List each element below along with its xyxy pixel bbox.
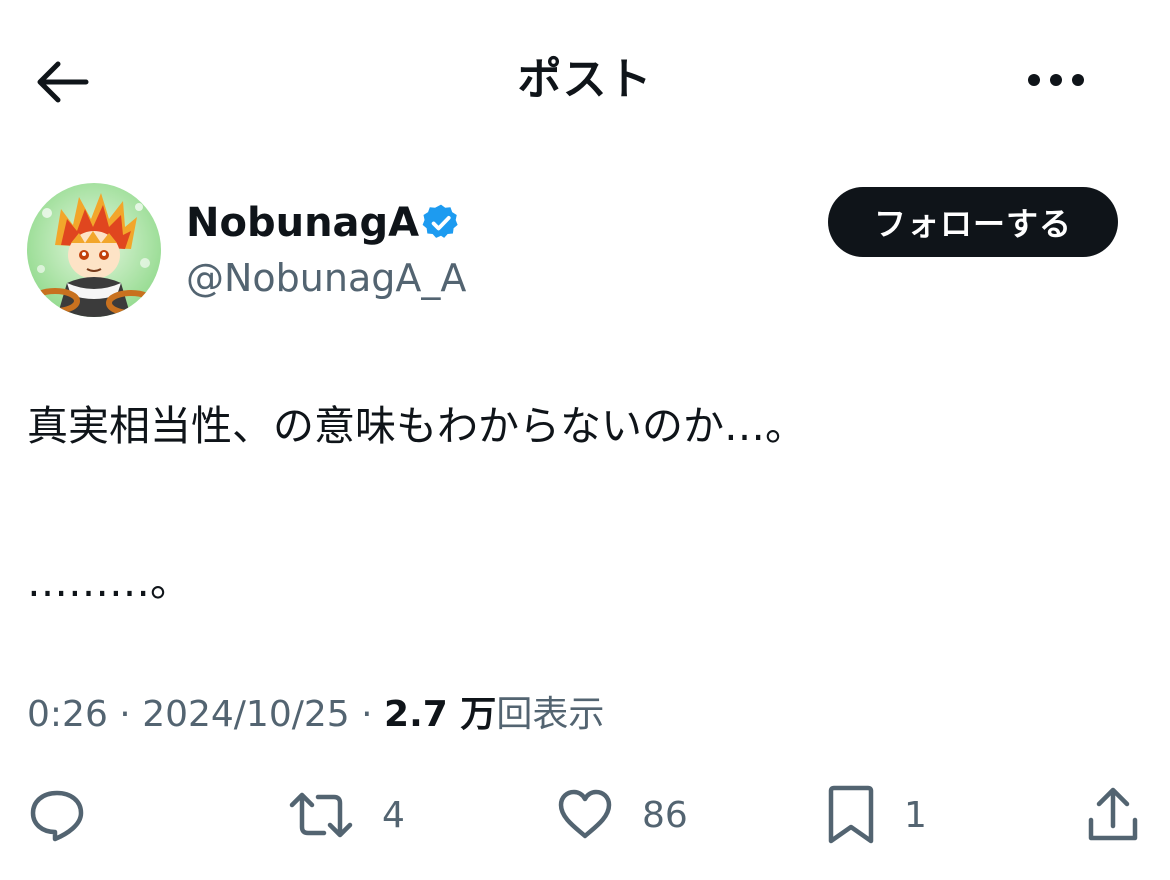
views-label: 回表示 — [496, 694, 605, 735]
bookmark-icon — [828, 785, 874, 844]
author-handle[interactable]: @NobunagA_A — [186, 252, 466, 304]
author-display-name[interactable]: NobunagA — [186, 197, 419, 249]
more-options-button[interactable] — [1020, 50, 1092, 110]
more-horizontal-icon — [1028, 74, 1084, 86]
post-text-line-1: 真実相当性、の意味もわからないのか…。 — [27, 402, 806, 450]
meta-separator: · — [107, 694, 143, 735]
avatar[interactable] — [27, 183, 161, 317]
verified-badge-icon — [422, 204, 458, 238]
follow-button[interactable]: フォローする — [828, 187, 1118, 257]
post-date[interactable]: 2024/10/25 — [142, 694, 350, 735]
heart-icon — [558, 789, 612, 839]
repost-count: 4 — [382, 794, 405, 836]
views-count: 2.7 万 — [384, 694, 497, 735]
share-button[interactable] — [1086, 780, 1140, 850]
repost-button[interactable]: 4 — [288, 780, 405, 850]
share-icon — [1088, 787, 1138, 841]
post-meta: 0:26 · 2024/10/25 · 2.7 万回表示 — [27, 690, 604, 740]
action-bar: 4 86 1 — [0, 780, 1170, 860]
bookmark-button[interactable]: 1 — [826, 780, 927, 850]
top-bar: ポスト — [0, 0, 1170, 160]
repost-icon — [289, 792, 353, 838]
like-button[interactable]: 86 — [556, 780, 688, 850]
reply-icon — [30, 790, 84, 842]
post-text-line-2: ………。 — [27, 558, 191, 606]
post-time[interactable]: 0:26 — [27, 694, 108, 735]
bookmark-count: 1 — [904, 794, 927, 836]
page-title: ポスト — [517, 54, 653, 105]
meta-separator: · — [349, 694, 385, 735]
like-count: 86 — [642, 794, 688, 836]
reply-button[interactable] — [28, 780, 86, 850]
